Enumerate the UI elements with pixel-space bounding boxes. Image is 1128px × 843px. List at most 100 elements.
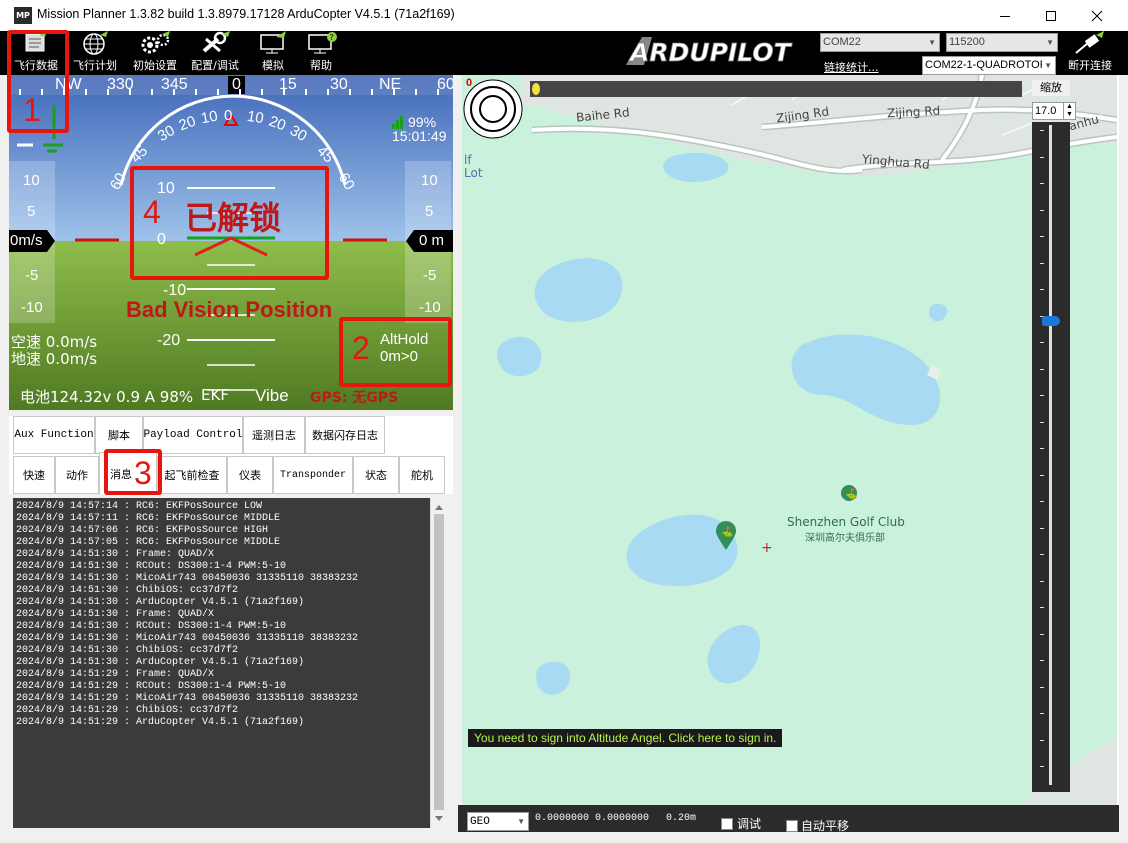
zoom-tick bbox=[1040, 554, 1044, 555]
tab-dataflash-logs[interactable]: 数据闪存日志 bbox=[305, 416, 385, 454]
message-line: 2024/8/9 14:57:11 : RC6: EKFPosSource MI… bbox=[16, 513, 281, 524]
spin-arrows-icon[interactable]: ▲ ▼ bbox=[1063, 103, 1075, 119]
roll-label: 20 bbox=[266, 112, 289, 135]
tab-servo[interactable]: 舵机 bbox=[399, 456, 445, 494]
scroll-thumb[interactable] bbox=[434, 514, 444, 810]
zoom-tick bbox=[1040, 713, 1044, 714]
tab-telemetry-logs[interactable]: 遥测日志 bbox=[243, 416, 305, 454]
altitude-angel-banner[interactable]: You need to sign into Altitude Angel. Cl… bbox=[468, 729, 783, 747]
zoom-tick bbox=[1040, 262, 1044, 264]
window-border-right bbox=[1119, 75, 1128, 843]
zoom-slider-thumb[interactable] bbox=[1042, 316, 1060, 326]
toolbar-flight-plan-button[interactable]: 飞行计划 bbox=[68, 31, 122, 75]
tab-label: Payload Control bbox=[143, 429, 243, 441]
tab-transponder[interactable]: Transponder bbox=[273, 456, 353, 494]
tab-gauges[interactable]: 仪表 bbox=[227, 456, 273, 494]
zoom-slider-track[interactable] bbox=[1049, 125, 1052, 785]
ekf-status[interactable]: EKF bbox=[201, 386, 229, 404]
svg-text:?: ? bbox=[330, 33, 334, 42]
toolbar-label: 配置/调试 bbox=[191, 59, 239, 72]
debug-checkbox[interactable] bbox=[721, 818, 733, 830]
close-button[interactable] bbox=[1074, 0, 1120, 31]
tab-label: 数据闪存日志 bbox=[312, 429, 378, 442]
zoom-tick bbox=[1040, 766, 1044, 767]
toolbar-config-tuning-button[interactable]: 配置/调试 bbox=[186, 31, 244, 75]
scroll-up-icon[interactable] bbox=[431, 500, 447, 514]
hud-clock: 15:01:49 bbox=[392, 128, 447, 144]
minimize-button[interactable] bbox=[982, 0, 1028, 31]
distance-readout: 0.20m bbox=[666, 813, 697, 824]
tab-aux-function[interactable]: Aux Function bbox=[13, 416, 95, 454]
longitude-readout: 0.0000000 bbox=[595, 813, 650, 824]
messages-scrollbar[interactable] bbox=[430, 498, 446, 828]
window-border-bottom bbox=[0, 832, 1128, 843]
toolbar-simulation-button[interactable]: 模拟 bbox=[250, 31, 296, 75]
messages-textbox[interactable]: 2024/8/9 14:57:14 : RC6: EKFPosSource LO… bbox=[13, 498, 446, 828]
coord-system-select[interactable]: GEO ▼ bbox=[467, 812, 529, 831]
zoom-label: 缩放 bbox=[1032, 80, 1070, 96]
message-line: 2024/8/9 14:51:29 : ArduCopter V4.5.1 (7… bbox=[16, 717, 305, 728]
roll-label: 30 bbox=[286, 121, 310, 145]
tab-label: 动作 bbox=[66, 469, 88, 482]
roll-label: 45 bbox=[313, 142, 338, 167]
alt-tape-label: 10 bbox=[421, 172, 438, 189]
annotation-box-3 bbox=[104, 449, 162, 495]
chevron-down-icon: ▼ bbox=[517, 817, 525, 826]
message-line: 2024/8/9 14:51:29 : ChibiOS: cc37d7f2 bbox=[16, 705, 239, 716]
autopan-checkbox[interactable] bbox=[786, 820, 798, 832]
map-edge-label: Lot bbox=[464, 166, 483, 180]
tab-quick[interactable]: 快速 bbox=[13, 456, 55, 494]
map-tiles bbox=[497, 75, 1117, 805]
svg-text:⛳: ⛳ bbox=[721, 525, 733, 538]
toolbar-help-button[interactable]: ? 帮助 bbox=[298, 31, 344, 75]
maximize-button[interactable] bbox=[1028, 0, 1074, 31]
latitude-readout: 0.0000000 bbox=[535, 813, 590, 824]
ardupilot-logo: ARDUPILOT bbox=[626, 37, 793, 67]
zoom-tick bbox=[1040, 633, 1044, 635]
zoom-tick bbox=[1040, 660, 1044, 661]
message-line: 2024/8/9 14:57:05 : RC6: EKFPosSource MI… bbox=[16, 537, 281, 548]
tab-preflight[interactable]: 起飞前检查 bbox=[157, 456, 227, 494]
com-port-select[interactable]: COM22 ▼ bbox=[820, 33, 940, 52]
message-line: 2024/8/9 14:51:29 : Frame: QUAD/X bbox=[16, 669, 215, 680]
annotation-number: 1 bbox=[23, 92, 41, 128]
tab-status[interactable]: 状态 bbox=[353, 456, 399, 494]
annotation-number: 4 bbox=[143, 194, 161, 230]
zoom-tick bbox=[1040, 236, 1044, 237]
zoom-input[interactable]: 17.0 ▲ ▼ bbox=[1032, 102, 1076, 120]
brand-text: ARDUPILOT bbox=[628, 38, 793, 67]
message-line: 2024/8/9 14:51:30 : ChibiOS: cc37d7f2 bbox=[16, 645, 239, 656]
toolbar-label: 断开连接 bbox=[1068, 59, 1112, 72]
tab-label: 快速 bbox=[23, 469, 45, 482]
monitor-question-icon: ? bbox=[308, 32, 337, 54]
plug-disconnect-icon bbox=[1075, 31, 1104, 54]
minimize-icon bbox=[1000, 15, 1010, 17]
monitor-plane-icon bbox=[260, 31, 286, 54]
baud-rate-select[interactable]: 115200 ▼ bbox=[946, 33, 1058, 52]
disconnect-button[interactable]: 断开连接 bbox=[1062, 31, 1118, 75]
map-view[interactable]: Baihe Rd Zijing Rd Zijing Rd Lianhu Ying… bbox=[462, 75, 1117, 805]
tab-label: 舵机 bbox=[411, 469, 433, 482]
gears-icon bbox=[141, 31, 170, 54]
golf-poi-icon[interactable]: ⛳ bbox=[840, 484, 858, 506]
vibe-status[interactable]: Vibe bbox=[255, 386, 289, 406]
toolbar-initial-setup-button[interactable]: 初始设置 bbox=[128, 31, 182, 75]
vehicle-select[interactable]: COM22-1-QUADROTOR ▼ bbox=[922, 56, 1056, 75]
zoom-tick bbox=[1040, 580, 1044, 582]
roll-label: 10 bbox=[199, 107, 220, 128]
window-border-left bbox=[0, 75, 9, 843]
tab-actions[interactable]: 动作 bbox=[55, 456, 99, 494]
groundspeed-readout: 地速 0.0m/s bbox=[11, 350, 98, 368]
zoom-value: 17.0 bbox=[1035, 105, 1057, 117]
message-line: 2024/8/9 14:51:29 : MicoAir743 00450036 … bbox=[16, 693, 359, 704]
tab-label: 状态 bbox=[365, 469, 387, 482]
message-line: 2024/8/9 14:57:14 : RC6: EKFPosSource LO… bbox=[16, 501, 263, 512]
zoom-tick bbox=[1040, 130, 1044, 131]
message-line: 2024/8/9 14:51:29 : RCOut: DS300:1-4 PWM… bbox=[16, 681, 287, 692]
scroll-down-icon[interactable] bbox=[431, 812, 447, 826]
golf-pin-icon[interactable]: ⛳ bbox=[715, 521, 737, 551]
message-line: 2024/8/9 14:51:30 : RCOut: DS300:1-4 PWM… bbox=[16, 561, 287, 572]
splitter[interactable] bbox=[453, 75, 462, 832]
link-stats-link[interactable]: 链接统计... bbox=[824, 59, 879, 75]
message-line: 2024/8/9 14:51:30 : MicoAir743 00450036 … bbox=[16, 633, 359, 644]
